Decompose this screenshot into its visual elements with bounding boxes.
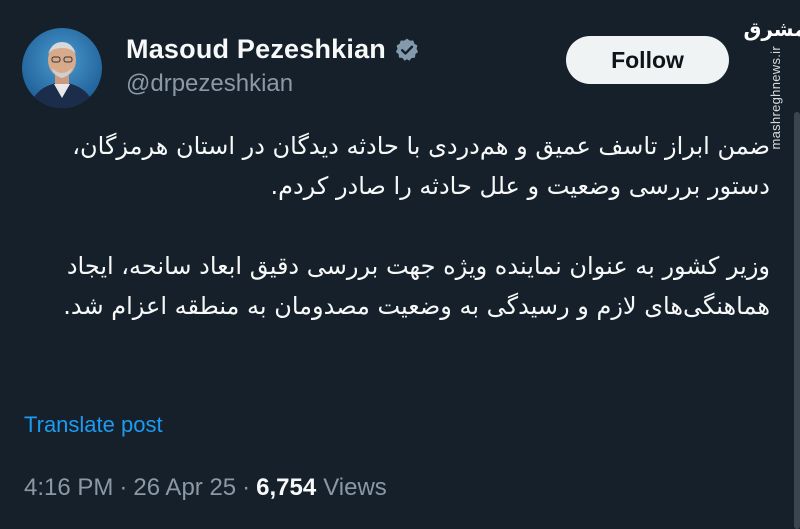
display-name[interactable]: Masoud Pezeshkian (126, 34, 386, 65)
meta-separator: · (242, 474, 251, 501)
tweet-paragraph-1: ضمن ابراز تاسف عمیق و هم‌دردی با حادثه د… (72, 132, 770, 200)
scrollbar[interactable] (794, 112, 800, 529)
follow-button[interactable]: Follow (566, 36, 729, 84)
watermark-logo: مشرق (743, 17, 800, 41)
verified-badge-icon[interactable] (394, 37, 420, 63)
display-name-row: Masoud Pezeshkian (126, 34, 420, 65)
tweet-paragraph-2: وزیر کشور به عنوان نماینده ویژه جهت بررس… (63, 252, 770, 320)
views-label[interactable]: Views (323, 474, 387, 502)
tweet-text: ضمن ابراز تاسف عمیق و هم‌دردی با حادثه د… (20, 126, 770, 326)
tweet-metadata: 4:16 PM · 26 Apr 25 · 6,754 Views (24, 474, 387, 502)
post-date[interactable]: 26 Apr 25 (133, 474, 236, 502)
translate-post-link[interactable]: Translate post (24, 412, 163, 438)
tweet-card: Masoud Pezeshkian @drpezeshkian Follow م… (0, 0, 800, 529)
avatar-photo (22, 28, 102, 108)
avatar[interactable] (22, 28, 102, 108)
post-time[interactable]: 4:16 PM (24, 474, 113, 502)
author-handle[interactable]: @drpezeshkian (126, 70, 293, 98)
views-count[interactable]: 6,754 (256, 474, 316, 502)
meta-separator: · (119, 474, 128, 501)
